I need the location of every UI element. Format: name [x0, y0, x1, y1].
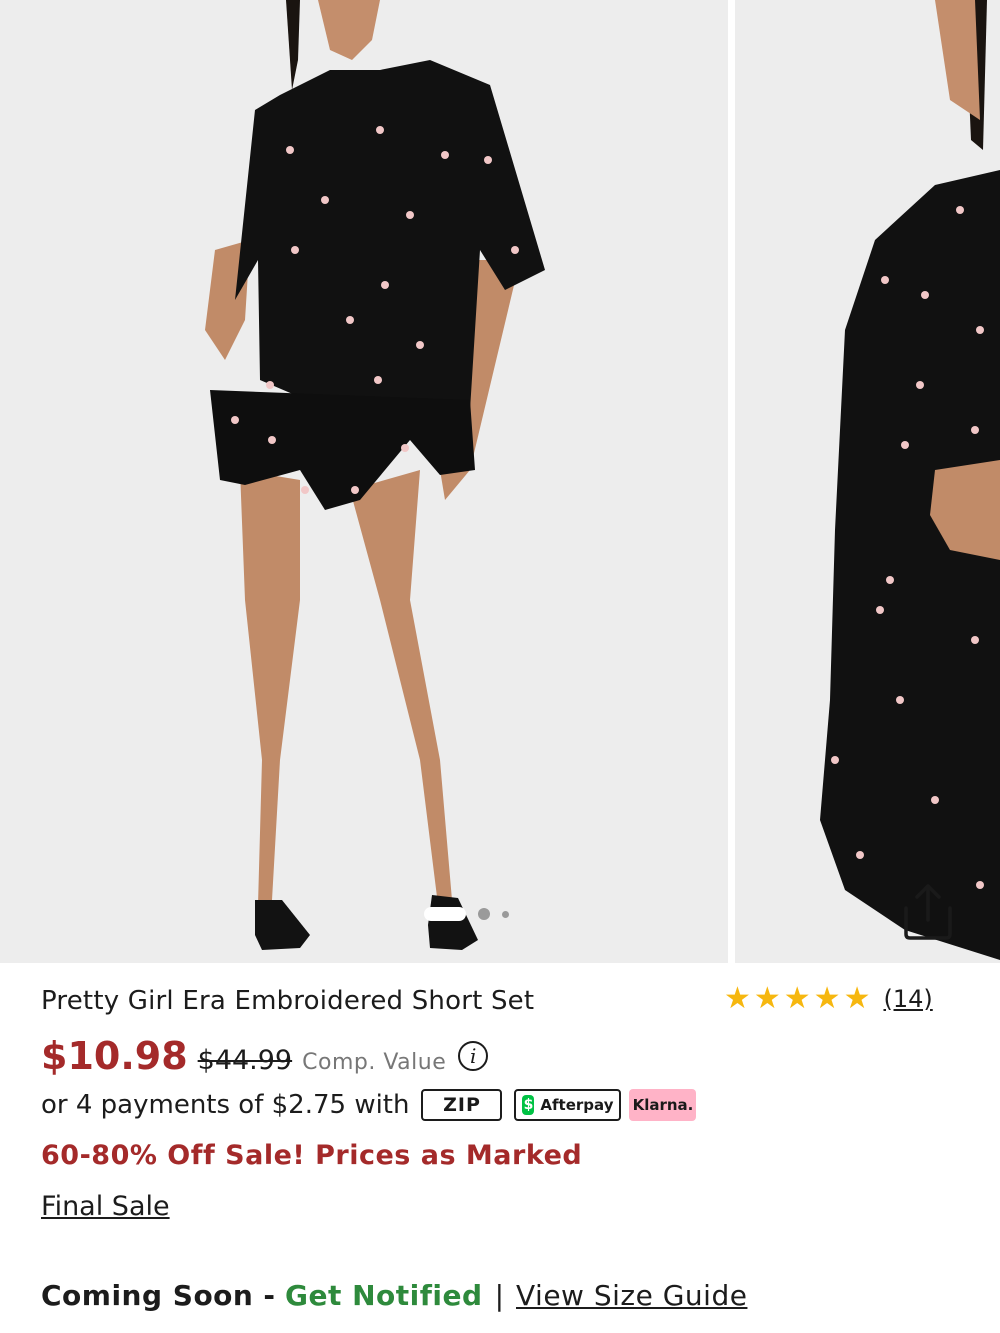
final-sale-link[interactable]: Final Sale [41, 1191, 170, 1222]
size-guide-link[interactable]: View Size Guide [516, 1279, 747, 1312]
carousel-dot-active[interactable] [424, 907, 466, 921]
afterpay-dollar-icon: $ [522, 1095, 535, 1115]
availability-status: Coming Soon [41, 1279, 254, 1312]
zip-label: ZIP [443, 1094, 481, 1116]
product-gallery[interactable] [0, 0, 1000, 963]
share-icon [904, 884, 952, 940]
separator: | [494, 1279, 504, 1312]
product-title: Pretty Girl Era Embroidered Short Set [41, 986, 535, 1016]
info-icon[interactable]: i [458, 1041, 489, 1071]
afterpay-label: Afterpay [540, 1096, 614, 1114]
availability-dash: - [263, 1279, 275, 1312]
promo-message: 60-80% Off Sale! Prices as Marked [41, 1140, 583, 1171]
carousel-dot[interactable] [478, 908, 490, 920]
model-side-illustration [735, 0, 1000, 963]
original-price: $44.99 [197, 1045, 293, 1076]
get-notified-link[interactable]: Get Notified [285, 1279, 483, 1312]
installment-text: or 4 payments of $2.75 with [41, 1090, 410, 1120]
carousel-indicators[interactable] [424, 904, 509, 924]
share-button[interactable] [898, 880, 958, 942]
product-image-side[interactable] [735, 0, 1000, 963]
model-front-illustration [0, 0, 728, 963]
product-image-front[interactable] [0, 0, 728, 963]
price-row: $10.98 $44.99 Comp. Value i [41, 1034, 489, 1078]
klarna-badge[interactable]: Klarna. [629, 1089, 697, 1121]
availability-row: Coming Soon - Get Notified | View Size G… [41, 1279, 747, 1312]
installment-payments: or 4 payments of $2.75 with ZIP $ Afterp… [41, 1089, 697, 1121]
zip-badge[interactable]: ZIP [421, 1089, 503, 1121]
klarna-label: Klarna. [632, 1096, 694, 1114]
comp-value-label: Comp. Value [302, 1050, 447, 1075]
sale-price: $10.98 [41, 1034, 188, 1078]
afterpay-badge[interactable]: $ Afterpay [514, 1089, 622, 1121]
product-rating[interactable]: ★★★★★ (14) [724, 984, 933, 1014]
carousel-dot[interactable] [502, 910, 509, 918]
review-count-link[interactable]: (14) [883, 985, 932, 1013]
star-rating-icon: ★★★★★ [724, 981, 874, 1016]
